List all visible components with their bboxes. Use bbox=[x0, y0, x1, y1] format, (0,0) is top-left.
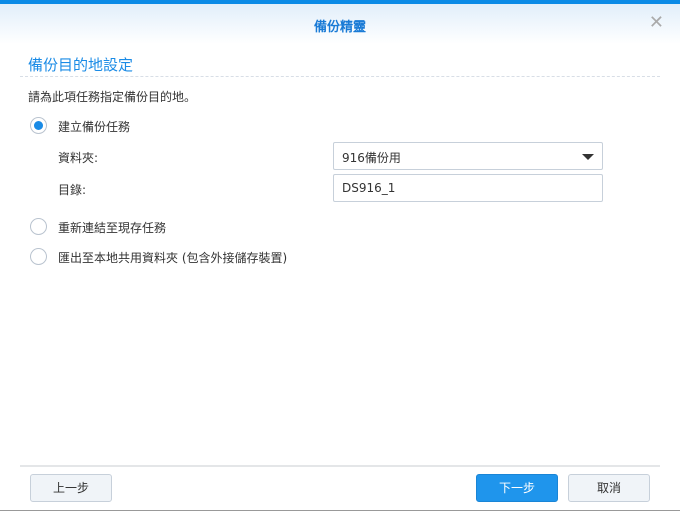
radio-label-export-local: 匯出至本地共用資料夾 (包含外接儲存裝置) bbox=[58, 251, 288, 265]
radio-export-local[interactable] bbox=[30, 248, 47, 265]
close-icon[interactable]: ✕ bbox=[649, 12, 664, 33]
section-title: 備份目的地設定 bbox=[28, 56, 134, 74]
radio-relink-task[interactable] bbox=[30, 218, 47, 235]
radio-label-create-task: 建立備份任務 bbox=[58, 120, 131, 134]
directory-value: DS916_1 bbox=[342, 181, 396, 195]
window-title: 備份精靈 bbox=[313, 20, 366, 35]
section-description: 請為此項任務指定備份目的地。 bbox=[28, 90, 197, 104]
folder-select[interactable]: 916備份用 bbox=[333, 142, 603, 170]
chevron-down-icon bbox=[582, 154, 594, 160]
footer-divider bbox=[20, 465, 660, 467]
cancel-button[interactable]: 取消 bbox=[568, 474, 650, 502]
divider bbox=[20, 76, 660, 77]
radio-create-task[interactable] bbox=[30, 117, 47, 134]
folder-value: 916備份用 bbox=[342, 151, 401, 165]
window-header: 備份精靈 ✕ bbox=[0, 4, 680, 44]
next-button[interactable]: 下一步 bbox=[476, 474, 558, 502]
prev-button[interactable]: 上一步 bbox=[30, 474, 112, 502]
radio-label-relink-task: 重新連結至現存任務 bbox=[58, 221, 167, 235]
directory-input[interactable]: DS916_1 bbox=[333, 174, 603, 202]
folder-label: 資料夾: bbox=[58, 151, 99, 165]
directory-label: 目錄: bbox=[58, 183, 87, 197]
